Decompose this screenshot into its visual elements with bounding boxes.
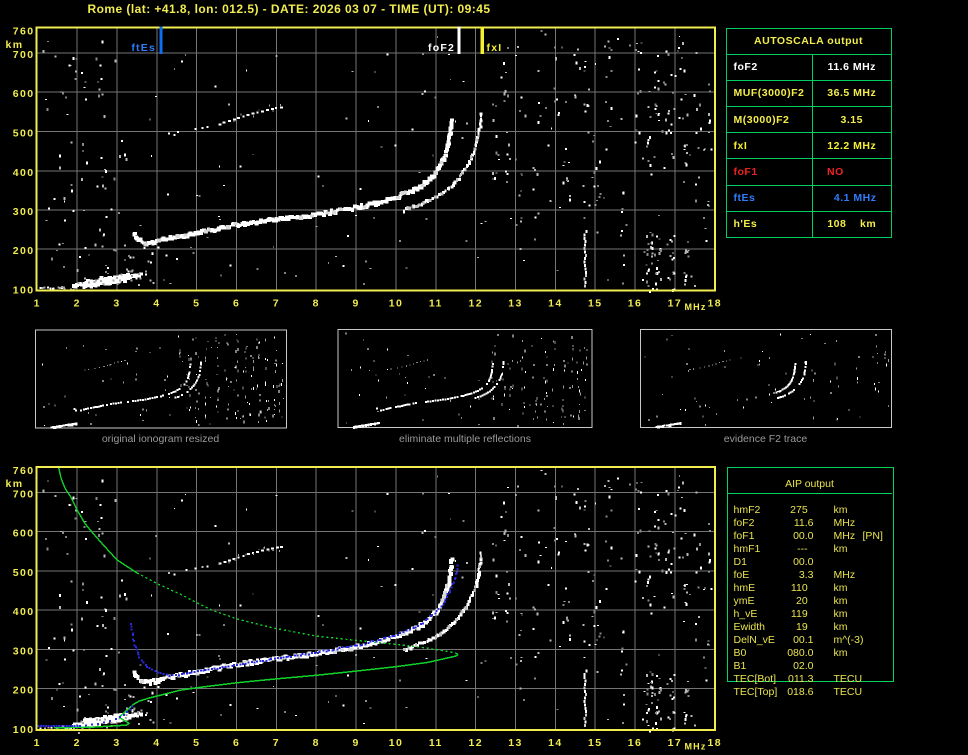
svg-text:3: 3 xyxy=(113,737,120,749)
svg-text:4: 4 xyxy=(153,298,160,310)
svg-text:6: 6 xyxy=(233,298,240,310)
svg-text:5: 5 xyxy=(193,298,200,310)
svg-text:12: 12 xyxy=(468,298,482,310)
svg-text:13: 13 xyxy=(508,737,522,749)
svg-text:12: 12 xyxy=(468,737,482,749)
svg-text:7: 7 xyxy=(273,298,280,310)
svg-text:2: 2 xyxy=(74,737,81,749)
svg-text:400: 400 xyxy=(13,606,35,618)
svg-text:MHz: MHz xyxy=(684,741,706,751)
svg-text:760: 760 xyxy=(13,465,35,477)
svg-text:3: 3 xyxy=(113,298,120,310)
svg-text:600: 600 xyxy=(13,88,35,100)
svg-text:5: 5 xyxy=(193,737,200,749)
svg-text:11: 11 xyxy=(429,298,443,310)
svg-text:ftEs: ftEs xyxy=(131,42,156,54)
svg-text:500: 500 xyxy=(13,128,35,140)
svg-text:16: 16 xyxy=(628,737,642,749)
svg-text:2: 2 xyxy=(74,298,81,310)
svg-text:200: 200 xyxy=(13,245,35,257)
svg-text:6: 6 xyxy=(233,737,240,749)
svg-text:17: 17 xyxy=(668,298,682,310)
svg-text:11: 11 xyxy=(429,737,443,749)
svg-text:8: 8 xyxy=(313,298,320,310)
svg-text:10: 10 xyxy=(389,298,403,310)
svg-text:km: km xyxy=(6,478,24,490)
svg-text:9: 9 xyxy=(352,737,359,749)
svg-text:7: 7 xyxy=(273,737,280,749)
svg-text:14: 14 xyxy=(548,298,562,310)
svg-text:10: 10 xyxy=(389,737,403,749)
svg-text:1: 1 xyxy=(34,737,41,749)
svg-text:600: 600 xyxy=(13,528,35,540)
svg-text:400: 400 xyxy=(13,167,35,179)
svg-text:15: 15 xyxy=(588,737,602,749)
svg-text:100: 100 xyxy=(13,724,35,736)
svg-text:MHz: MHz xyxy=(684,302,706,312)
svg-text:8: 8 xyxy=(313,737,320,749)
svg-text:4: 4 xyxy=(153,737,160,749)
svg-text:foF2: foF2 xyxy=(428,42,455,54)
svg-text:km: km xyxy=(6,39,24,51)
svg-text:9: 9 xyxy=(352,298,359,310)
svg-text:300: 300 xyxy=(13,206,35,218)
svg-text:fxI: fxI xyxy=(487,42,503,54)
svg-text:17: 17 xyxy=(668,737,682,749)
svg-text:760: 760 xyxy=(13,25,35,37)
svg-text:16: 16 xyxy=(628,298,642,310)
svg-text:500: 500 xyxy=(13,567,35,579)
svg-text:15: 15 xyxy=(588,298,602,310)
svg-text:14: 14 xyxy=(548,737,562,749)
svg-text:13: 13 xyxy=(508,298,522,310)
svg-text:18: 18 xyxy=(708,298,722,310)
svg-text:200: 200 xyxy=(13,685,35,697)
svg-text:18: 18 xyxy=(708,737,722,749)
svg-text:300: 300 xyxy=(13,645,35,657)
svg-text:100: 100 xyxy=(13,285,35,297)
svg-text:1: 1 xyxy=(34,298,41,310)
